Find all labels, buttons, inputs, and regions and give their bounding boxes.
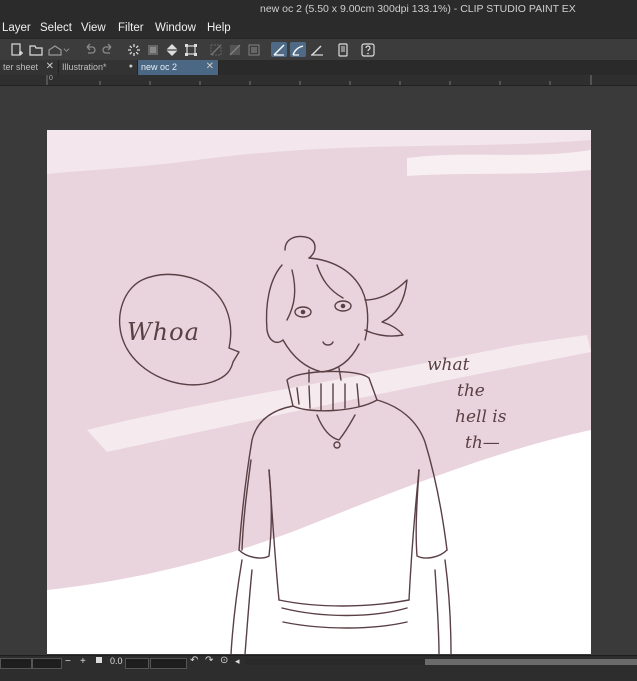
tab-character-sheet[interactable]: ter sheet ✕ (0, 60, 59, 75)
window-title: new oc 2 (5.50 x 9.00cm 300dpi 133.1%) -… (260, 3, 576, 15)
hide-selection-icon[interactable] (208, 42, 224, 57)
side-text-line: th— (465, 433, 500, 453)
close-icon[interactable]: ✕ (46, 61, 54, 72)
loading-icon[interactable] (126, 42, 142, 57)
reset-rotation-icon[interactable]: ⊙ (220, 655, 228, 666)
transform-icon[interactable] (183, 42, 199, 57)
zoom-slider[interactable] (0, 658, 32, 669)
unsaved-dot-icon[interactable]: ● (129, 63, 133, 70)
deselect-icon[interactable] (227, 42, 243, 57)
tab-label: ter sheet (3, 62, 39, 72)
zoom-field[interactable] (32, 658, 62, 669)
side-text-line: the (457, 381, 485, 401)
help-icon[interactable] (360, 42, 376, 57)
zoom-out-icon[interactable]: − (65, 656, 71, 667)
menu-window[interactable]: Window (155, 22, 196, 34)
navigator-status-bar: − + 0.0 ↶ ↷ ⊙ ◂ (0, 655, 637, 681)
speech-bubble-text: Whoa (127, 318, 200, 346)
menu-bar: Layer Select View Filter Window Help (0, 18, 637, 38)
menu-layer[interactable]: Layer (2, 22, 31, 34)
tab-new-oc-2[interactable]: new oc 2 ✕ (138, 60, 219, 75)
tab-illustration[interactable]: Illustration* ● (59, 60, 138, 75)
rotate-slider[interactable] (150, 658, 187, 669)
drawing-canvas[interactable]: Whoa what the hell is th— (47, 130, 591, 654)
menu-filter[interactable]: Filter (118, 22, 144, 34)
fill-icon[interactable] (164, 42, 180, 57)
scroll-left-icon[interactable]: ◂ (235, 656, 240, 667)
new-canvas-icon[interactable] (9, 42, 25, 57)
menu-help[interactable]: Help (207, 22, 231, 34)
horizontal-ruler: 0 (0, 75, 637, 86)
smartphone-icon[interactable] (335, 42, 351, 57)
zoom-value: 0.0 (110, 656, 123, 666)
horizontal-scrollbar[interactable] (245, 659, 425, 665)
menu-select[interactable]: Select (40, 22, 72, 34)
command-bar (0, 38, 637, 61)
rotate-left-icon[interactable]: ↶ (190, 655, 198, 666)
snap-special-icon[interactable] (290, 42, 306, 57)
document-tab-bar: ter sheet ✕ Illustration* ● new oc 2 ✕ (0, 60, 637, 75)
scrollbar-thumb[interactable] (425, 659, 637, 665)
tab-label: new oc 2 (141, 62, 178, 72)
dropdown-icon[interactable] (62, 42, 71, 57)
rotate-right-icon[interactable]: ↷ (205, 655, 213, 666)
side-text-line: what (427, 355, 470, 375)
side-text-line: hell is (455, 407, 507, 427)
close-icon[interactable]: ✕ (206, 61, 214, 72)
clear-icon[interactable] (145, 42, 161, 57)
menu-view[interactable]: View (81, 22, 106, 34)
zoom-in-icon[interactable]: + (80, 656, 86, 667)
snap-grid-icon[interactable] (309, 42, 325, 57)
title-bar: new oc 2 (5.50 x 9.00cm 300dpi 133.1%) -… (0, 0, 637, 18)
open-icon[interactable] (28, 42, 44, 57)
invert-selection-icon[interactable] (246, 42, 262, 57)
save-icon[interactable] (47, 42, 63, 57)
tab-label: Illustration* (62, 62, 107, 72)
ruler-origin-label: 0 (49, 75, 53, 82)
snap-ruler-icon[interactable] (271, 42, 287, 57)
side-text: what the hell is th— (427, 352, 567, 456)
undo-icon[interactable] (82, 42, 98, 57)
canvas-area[interactable]: Whoa what the hell is th— (0, 86, 637, 654)
stop-icon[interactable] (96, 657, 102, 663)
redo-icon[interactable] (100, 42, 116, 57)
rotate-field[interactable] (125, 658, 149, 669)
